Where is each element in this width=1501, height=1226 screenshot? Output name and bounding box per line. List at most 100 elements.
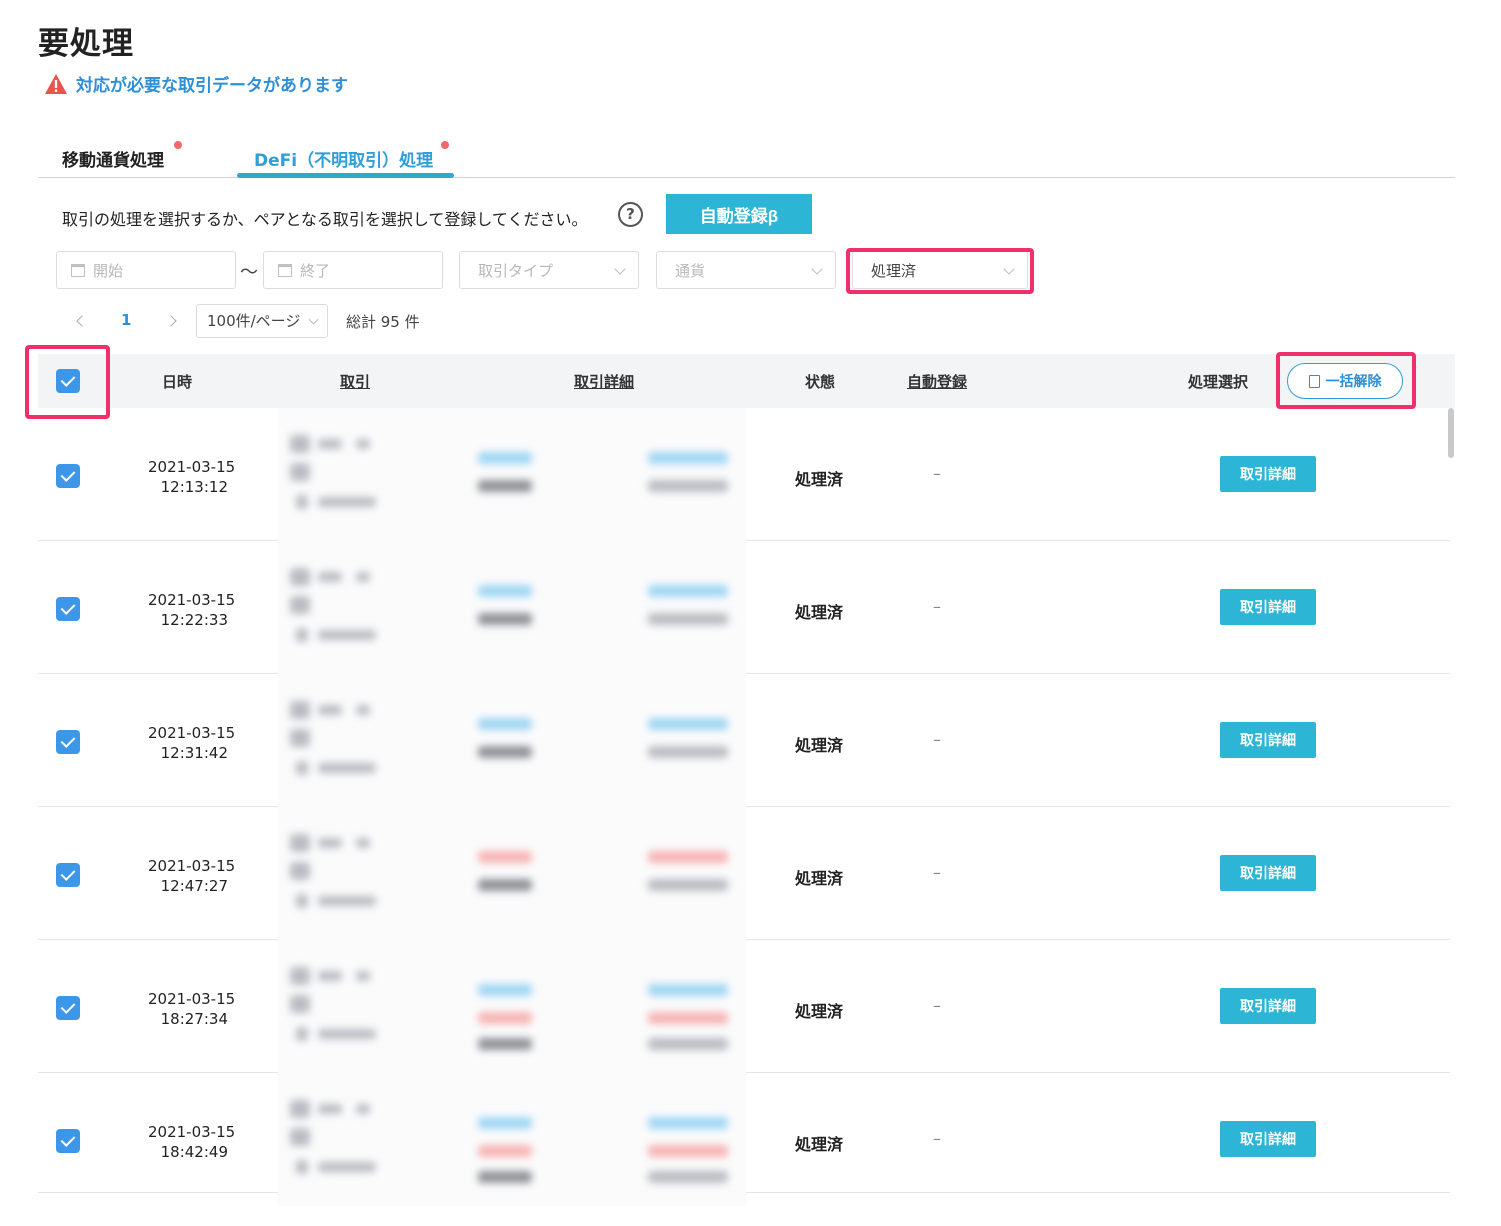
chevron-down-icon: [308, 314, 319, 325]
instruction-text: 取引の処理を選択するか、ペアとなる取引を選択して登録してください。: [62, 210, 588, 229]
start-date-input[interactable]: 開始: [56, 251, 236, 289]
redacted-amount: [638, 714, 733, 784]
redacted-amount: [638, 581, 733, 651]
redacted-currency: [476, 980, 536, 1050]
prev-page-icon[interactable]: [76, 315, 88, 327]
page-size-value: 100件/ページ: [207, 312, 301, 330]
end-date-placeholder: 終了: [300, 261, 331, 280]
row-checkbox[interactable]: [56, 464, 80, 488]
redacted-amount: [638, 448, 733, 518]
row-auto-register: –: [933, 597, 941, 616]
next-page-icon[interactable]: [165, 315, 177, 327]
end-date-input[interactable]: 終了: [263, 251, 443, 289]
tab-transfer-processing[interactable]: 移動通貨処理: [62, 146, 164, 171]
chevron-down-icon: [614, 263, 626, 275]
row-date: 2021-03-15: [148, 591, 236, 609]
row-time: 12:13:12: [160, 478, 228, 496]
row-status: 処理済: [795, 470, 844, 489]
current-page[interactable]: 1: [121, 311, 131, 329]
row-datetime: 2021-03-15 12:22:33: [148, 590, 236, 630]
table-row: 2021-03-15 18:42:49 処理済 – 取引詳細: [38, 1073, 1450, 1206]
redacted-currency: [476, 448, 536, 518]
tab-defi-processing[interactable]: DeFi（不明取引）処理: [254, 146, 433, 171]
redacted-transaction: [288, 832, 398, 922]
row-checkbox[interactable]: [56, 597, 80, 621]
transaction-detail-button[interactable]: 取引詳細: [1220, 589, 1316, 625]
tab-bar: 移動通貨処理 DeFi（不明取引）処理: [38, 138, 1455, 178]
header-transaction[interactable]: 取引: [340, 371, 370, 392]
row-datetime: 2021-03-15 18:27:34: [148, 989, 235, 1029]
total-count: 総計 95 件: [346, 313, 420, 331]
header-detail[interactable]: 取引詳細: [574, 371, 634, 392]
page-size-select[interactable]: 100件/ページ: [196, 304, 328, 338]
row-checkbox[interactable]: [56, 1129, 80, 1153]
redacted-currency: [476, 847, 536, 917]
table-row: 2021-03-15 12:31:42 処理済 – 取引詳細: [38, 674, 1450, 807]
row-auto-register: –: [933, 464, 941, 483]
row-auto-register: –: [933, 996, 941, 1015]
row-time: 18:27:34: [160, 1010, 228, 1028]
chevron-down-icon: [811, 263, 823, 275]
calendar-icon: [278, 263, 292, 277]
table-row: 2021-03-15 12:22:33 処理済 – 取引詳細: [38, 541, 1450, 674]
date-range-separator: 〜: [240, 262, 258, 283]
scrollbar[interactable]: [1448, 408, 1454, 458]
row-time: 12:47:27: [160, 877, 228, 895]
row-checkbox[interactable]: [56, 863, 80, 887]
header-status: 状態: [805, 373, 836, 391]
header-auto-register[interactable]: 自動登録: [907, 371, 967, 392]
row-datetime: 2021-03-15 18:42:49: [148, 1122, 236, 1162]
table-header: 日時 取引 取引詳細 状態 自動登録 処理選択 一括解除: [38, 354, 1455, 408]
status-filter-highlight: [846, 248, 1034, 294]
active-tab-indicator: [237, 173, 454, 178]
row-datetime: 2021-03-15 12:47:27: [148, 856, 236, 896]
row-time: 12:22:33: [160, 611, 228, 629]
redacted-currency: [476, 581, 536, 651]
table-row: 2021-03-15 18:27:34 処理済 – 取引詳細: [38, 940, 1450, 1073]
row-time: 12:31:42: [160, 744, 228, 762]
currency-placeholder: 通貨: [675, 261, 706, 280]
currency-select[interactable]: 通貨: [656, 251, 836, 289]
redacted-transaction: [288, 1098, 398, 1188]
transaction-type-select[interactable]: 取引タイプ: [459, 251, 639, 289]
transaction-detail-button[interactable]: 取引詳細: [1220, 456, 1316, 492]
warning-notice: 対応が必要な取引データがあります: [44, 71, 348, 96]
row-auto-register: –: [933, 863, 941, 882]
row-status: 処理済: [795, 869, 844, 888]
page-title: 要処理: [38, 26, 134, 62]
help-icon[interactable]: ?: [618, 202, 643, 227]
table-row: 2021-03-15 12:47:27 処理済 – 取引詳細: [38, 807, 1450, 940]
header-action: 処理選択: [1188, 373, 1249, 391]
redacted-amount: [638, 980, 733, 1050]
redacted-transaction: [288, 433, 398, 523]
transaction-detail-button[interactable]: 取引詳細: [1220, 722, 1316, 758]
redacted-currency: [476, 1113, 536, 1183]
header-datetime: 日時: [162, 373, 193, 391]
warning-icon: [45, 73, 67, 94]
row-status: 処理済: [795, 603, 844, 622]
row-checkbox[interactable]: [56, 996, 80, 1020]
row-date: 2021-03-15: [148, 724, 236, 742]
row-date: 2021-03-15: [148, 857, 236, 875]
transaction-detail-button[interactable]: 取引詳細: [1220, 988, 1316, 1024]
row-status: 処理済: [795, 736, 844, 755]
row-date: 2021-03-15: [148, 458, 236, 476]
row-status: 処理済: [795, 1135, 844, 1154]
redacted-transaction: [288, 699, 398, 789]
redacted-transaction: [288, 566, 398, 656]
row-datetime: 2021-03-15 12:13:12: [148, 457, 236, 497]
row-checkbox[interactable]: [56, 730, 80, 754]
tab-defi-notification-dot: [441, 141, 449, 149]
row-time: 18:42:49: [160, 1143, 228, 1161]
row-date: 2021-03-15: [148, 1123, 236, 1141]
start-date-placeholder: 開始: [93, 261, 124, 280]
row-auto-register: –: [933, 1129, 941, 1148]
bulk-release-highlight: [1276, 352, 1416, 409]
table-row: 2021-03-15 12:13:12 処理済 – 取引詳細: [38, 408, 1450, 541]
redacted-amount: [638, 847, 733, 917]
transaction-detail-button[interactable]: 取引詳細: [1220, 855, 1316, 891]
tab-transfer-notification-dot: [174, 141, 182, 149]
auto-register-button[interactable]: 自動登録β: [666, 194, 812, 234]
transaction-detail-button[interactable]: 取引詳細: [1220, 1121, 1316, 1157]
row-status: 処理済: [795, 1002, 844, 1021]
